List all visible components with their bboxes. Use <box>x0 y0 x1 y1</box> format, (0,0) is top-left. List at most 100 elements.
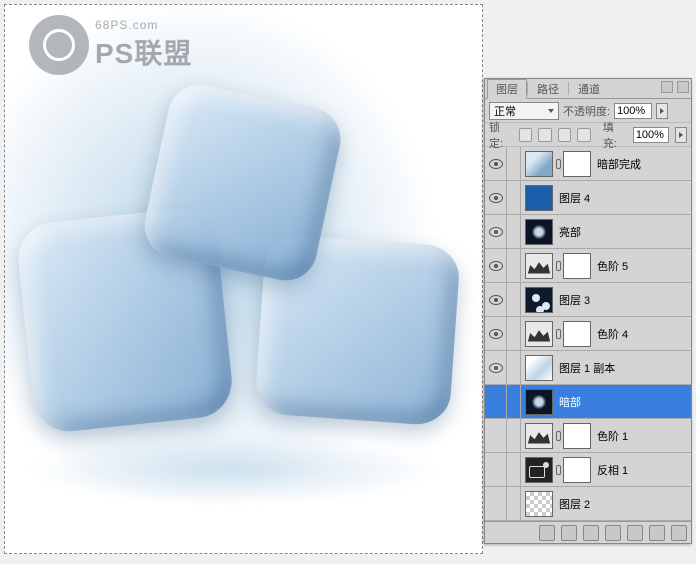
watermark: 68PS.com PS联盟 <box>29 15 192 75</box>
canvas-background <box>5 5 482 553</box>
mask-link-icon[interactable] <box>553 457 563 483</box>
layer-fx-icon[interactable] <box>561 525 577 541</box>
layer-name[interactable]: 色阶 1 <box>597 428 691 444</box>
eye-icon <box>489 363 503 373</box>
fill-input[interactable]: 100% <box>633 127 670 143</box>
fill-flyout-button[interactable] <box>675 127 687 143</box>
layer-mask-icon[interactable] <box>583 525 599 541</box>
document-canvas[interactable]: 68PS.com PS联盟 <box>4 4 483 554</box>
layer-mask-thumbnail[interactable] <box>563 253 591 279</box>
visibility-toggle[interactable] <box>485 215 507 248</box>
visibility-toggle[interactable] <box>485 147 507 180</box>
lock-all-icon[interactable] <box>577 128 590 142</box>
layer-thumbnail[interactable] <box>525 253 553 279</box>
layer-thumbnail[interactable] <box>525 287 553 313</box>
visibility-toggle[interactable] <box>485 249 507 282</box>
layer-row[interactable]: 图层 3 <box>485 283 691 317</box>
visibility-toggle[interactable] <box>485 283 507 316</box>
layer-name[interactable]: 图层 4 <box>559 190 691 206</box>
layer-name[interactable]: 图层 1 副本 <box>559 360 691 376</box>
watermark-logo-icon <box>29 15 89 75</box>
layer-thumbnail[interactable] <box>525 355 553 381</box>
mask-link-icon[interactable] <box>553 253 563 279</box>
caret-right-icon <box>679 132 683 138</box>
eye-icon <box>489 329 503 339</box>
link-cell[interactable] <box>507 385 521 418</box>
delete-layer-icon[interactable] <box>671 525 687 541</box>
layer-mask-thumbnail[interactable] <box>563 151 591 177</box>
lock-transparency-icon[interactable] <box>519 128 532 142</box>
layer-row[interactable]: 图层 4 <box>485 181 691 215</box>
layer-row[interactable]: 图层 2 <box>485 487 691 521</box>
layer-name[interactable]: 暗部 <box>559 394 691 410</box>
new-layer-icon[interactable] <box>649 525 665 541</box>
layer-name[interactable]: 色阶 5 <box>597 258 691 274</box>
visibility-toggle[interactable] <box>485 317 507 350</box>
panel-footer <box>485 521 691 543</box>
link-cell[interactable] <box>507 181 521 214</box>
layer-thumbnail[interactable] <box>525 389 553 415</box>
layer-mask-thumbnail[interactable] <box>563 457 591 483</box>
layer-name[interactable]: 反相 1 <box>597 462 691 478</box>
layer-row[interactable]: 暗部完成 <box>485 147 691 181</box>
adjustment-layer-icon[interactable] <box>605 525 621 541</box>
eye-icon <box>489 159 503 169</box>
visibility-toggle[interactable] <box>485 181 507 214</box>
ice-cube <box>139 79 347 287</box>
layer-name[interactable]: 图层 3 <box>559 292 691 308</box>
layer-name[interactable]: 色阶 4 <box>597 326 691 342</box>
mask-link-icon[interactable] <box>553 321 563 347</box>
layer-thumbnail[interactable] <box>525 321 553 347</box>
layer-name[interactable]: 图层 2 <box>559 496 691 512</box>
lock-fill-row: 锁定: 填充: 100% <box>485 123 691 147</box>
link-cell[interactable] <box>507 147 521 180</box>
blend-mode-select[interactable]: 正常 <box>489 102 559 120</box>
layer-mask-thumbnail[interactable] <box>563 423 591 449</box>
new-group-icon[interactable] <box>627 525 643 541</box>
visibility-toggle[interactable] <box>485 419 507 452</box>
panel-collapse-icon[interactable] <box>661 81 673 93</box>
link-cell[interactable] <box>507 317 521 350</box>
opacity-flyout-button[interactable] <box>656 103 668 119</box>
link-cell[interactable] <box>507 351 521 384</box>
layer-row[interactable]: 反相 1 <box>485 453 691 487</box>
layer-thumbnail[interactable] <box>525 423 553 449</box>
link-layers-icon[interactable] <box>539 525 555 541</box>
panel-close-icon[interactable] <box>677 81 689 93</box>
opacity-input[interactable]: 100% <box>614 103 652 119</box>
layer-name[interactable]: 亮部 <box>559 224 691 240</box>
layer-thumbnail[interactable] <box>525 457 553 483</box>
layer-thumbnail[interactable] <box>525 185 553 211</box>
layer-row[interactable]: 暗部 <box>485 385 691 419</box>
lock-position-icon[interactable] <box>558 128 571 142</box>
link-cell[interactable] <box>507 283 521 316</box>
layer-thumbnail[interactable] <box>525 151 553 177</box>
layer-row[interactable]: 亮部 <box>485 215 691 249</box>
link-cell[interactable] <box>507 487 521 520</box>
tab-paths[interactable]: 路径 <box>528 79 568 98</box>
lock-pixels-icon[interactable] <box>538 128 551 142</box>
layer-row[interactable]: 图层 1 副本 <box>485 351 691 385</box>
mask-link-icon[interactable] <box>553 151 563 177</box>
eye-icon <box>489 295 503 305</box>
tab-channels[interactable]: 通道 <box>569 79 609 98</box>
tab-layers[interactable]: 图层 <box>487 79 527 99</box>
layers-list[interactable]: 暗部完成图层 4 亮部色阶 5 图层 3 色阶 4 图层 1 副本暗部色阶 1 反相 1 图… <box>485 147 691 521</box>
layer-name[interactable]: 暗部完成 <box>597 156 691 172</box>
blend-mode-value: 正常 <box>494 103 516 119</box>
link-cell[interactable] <box>507 453 521 486</box>
layer-row[interactable]: 色阶 5 <box>485 249 691 283</box>
layer-row[interactable]: 色阶 1 <box>485 419 691 453</box>
link-cell[interactable] <box>507 249 521 282</box>
layer-row[interactable]: 色阶 4 <box>485 317 691 351</box>
layer-mask-thumbnail[interactable] <box>563 321 591 347</box>
visibility-toggle[interactable] <box>485 487 507 520</box>
visibility-toggle[interactable] <box>485 385 507 418</box>
visibility-toggle[interactable] <box>485 453 507 486</box>
visibility-toggle[interactable] <box>485 351 507 384</box>
link-cell[interactable] <box>507 215 521 248</box>
link-cell[interactable] <box>507 419 521 452</box>
layer-thumbnail[interactable] <box>525 219 553 245</box>
mask-link-icon[interactable] <box>553 423 563 449</box>
layer-thumbnail[interactable] <box>525 491 553 517</box>
